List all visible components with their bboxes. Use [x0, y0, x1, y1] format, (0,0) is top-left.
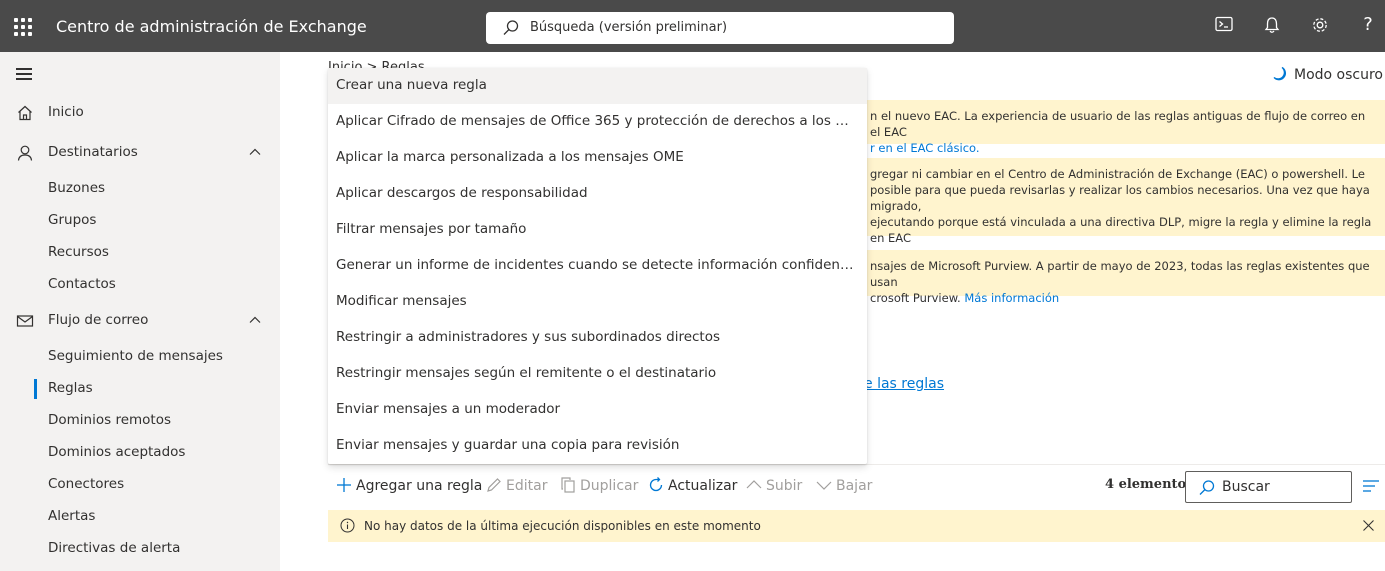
refresh-label: Actualizar — [668, 478, 738, 494]
nav-dominios-remotos[interactable]: Dominios remotos — [0, 405, 280, 437]
nav-seguimiento[interactable]: Seguimiento de mensajes — [0, 341, 280, 373]
nav-recursos-label: Recursos — [48, 244, 109, 260]
active-indicator — [34, 379, 37, 399]
move-up-label: Subir — [766, 478, 803, 494]
moon-icon — [1273, 66, 1286, 81]
home-icon — [18, 105, 32, 121]
search-icon — [503, 20, 519, 35]
close-icon[interactable] — [1362, 519, 1375, 532]
mail-icon — [16, 315, 34, 327]
copy-icon — [561, 477, 575, 493]
add-rule-button[interactable]: Agregar una regla — [336, 477, 482, 494]
top-bar: Centro de administración de Exchange Bús… — [0, 0, 1385, 52]
terminal-icon[interactable] — [1214, 16, 1234, 36]
nav-directivas-alerta-label: Directivas de alerta — [48, 540, 181, 556]
chevron-down-icon — [816, 481, 832, 490]
item-count: 4 elementos — [1105, 477, 1194, 492]
rules-search-placeholder: Buscar — [1222, 479, 1270, 495]
menu-item-create-rule[interactable]: Crear una nueva regla — [328, 68, 867, 104]
banner1-link[interactable]: r en el EAC clásico. — [870, 141, 980, 155]
global-search-input[interactable]: Búsqueda (versión preliminar) — [486, 12, 954, 44]
nav-inicio-label: Inicio — [48, 104, 84, 120]
nav-recursos[interactable]: Recursos — [0, 237, 280, 269]
nav-conectores[interactable]: Conectores — [0, 469, 280, 501]
plus-icon — [337, 478, 351, 492]
dark-mode-label: Modo oscuro — [1294, 67, 1383, 83]
nav-flujo-de-correo[interactable]: Flujo de correo — [0, 305, 280, 337]
app-launcher-icon[interactable] — [14, 18, 32, 36]
left-navigation: Inicio Destinatarios Buzones Grupos Recu… — [0, 52, 280, 571]
help-icon[interactable]: ? — [1358, 14, 1378, 35]
menu-item-moderator[interactable]: Enviar mensajes a un moderador — [328, 392, 867, 428]
banner2-line1: gregar ni cambiar en el Centro de Admini… — [870, 167, 1365, 181]
info-icon — [340, 518, 355, 533]
add-rule-label: Agregar una regla — [356, 478, 483, 494]
bell-icon[interactable] — [1262, 16, 1282, 36]
nav-reglas[interactable]: Reglas — [0, 373, 280, 405]
nav-alertas[interactable]: Alertas — [0, 501, 280, 533]
search-icon — [1199, 480, 1215, 495]
nav-buzones-label: Buzones — [48, 180, 106, 196]
banner3-line2: crosoft Purview. — [870, 291, 961, 305]
info-message-bar: No hay datos de la última ejecución disp… — [328, 510, 1385, 542]
nav-inicio[interactable]: Inicio — [0, 97, 280, 129]
refresh-button[interactable]: Actualizar — [648, 477, 737, 494]
menu-item-bcc-review[interactable]: Enviar mensajes y guardar una copia para… — [328, 428, 867, 464]
rules-search-input[interactable]: Buscar — [1185, 471, 1352, 503]
nav-destinatarios-label: Destinatarios — [48, 144, 138, 160]
edit-label: Editar — [506, 478, 548, 494]
edit-button[interactable]: Editar — [486, 477, 547, 494]
duplicate-label: Duplicar — [580, 478, 639, 494]
nav-grupos[interactable]: Grupos — [0, 205, 280, 237]
info-message: No hay datos de la última ejecución disp… — [364, 519, 761, 533]
add-rule-menu: Crear una nueva regla Aplicar Cifrado de… — [328, 68, 867, 464]
person-icon — [17, 145, 33, 161]
filter-icon[interactable] — [1362, 479, 1380, 493]
nav-reglas-label: Reglas — [48, 380, 93, 396]
banner3-link[interactable]: Más información — [964, 291, 1059, 305]
move-down-label: Bajar — [836, 478, 873, 494]
chevron-up-icon[interactable] — [248, 145, 262, 159]
menu-item-filter-size[interactable]: Filtrar mensajes por tamaño — [328, 212, 867, 248]
nav-alertas-label: Alertas — [48, 508, 96, 524]
nav-directivas-alerta[interactable]: Directivas de alerta — [0, 533, 280, 565]
command-bar: Agregar una regla Editar Duplicar Actual… — [328, 464, 1385, 508]
menu-item-restrict-managers[interactable]: Restringir a administradores y sus subor… — [328, 320, 867, 356]
nav-conectores-label: Conectores — [48, 476, 125, 492]
nav-dominios-remotos-label: Dominios remotos — [48, 412, 172, 428]
nav-flujo-label: Flujo de correo — [48, 312, 149, 328]
refresh-icon — [649, 477, 663, 492]
banner2-line2: posible para que pueda revisarlas y real… — [870, 183, 1370, 213]
nav-contactos[interactable]: Contactos — [0, 269, 280, 301]
menu-item-incident-report[interactable]: Generar un informe de incidentes cuando … — [328, 248, 867, 284]
app-title: Centro de administración de Exchange — [56, 17, 367, 36]
move-down-button[interactable]: Bajar — [816, 477, 872, 494]
pencil-icon — [487, 478, 501, 492]
menu-item-ome-branding[interactable]: Aplicar la marca personalizada a los men… — [328, 140, 867, 176]
banner2-line3: ejecutando porque está vinculada a una d… — [870, 215, 1372, 245]
move-up-button[interactable]: Subir — [746, 477, 802, 494]
nav-grupos-label: Grupos — [48, 212, 97, 228]
gear-icon[interactable] — [1310, 16, 1330, 36]
nav-destinatarios[interactable]: Destinatarios — [0, 137, 280, 169]
nav-seguimiento-label: Seguimiento de mensajes — [48, 348, 223, 364]
chevron-up-icon[interactable] — [248, 313, 262, 327]
hamburger-icon[interactable] — [16, 68, 32, 80]
duplicate-button[interactable]: Duplicar — [560, 477, 638, 494]
menu-item-apply-encryption[interactable]: Aplicar Cifrado de mensajes de Office 36… — [328, 104, 867, 140]
menu-item-disclaimers[interactable]: Aplicar descargos de responsabilidad — [328, 176, 867, 212]
nav-dominios-aceptados[interactable]: Dominios aceptados — [0, 437, 280, 469]
menu-item-restrict-sender[interactable]: Restringir mensajes según el remitente o… — [328, 356, 867, 392]
chevron-up-icon — [746, 480, 762, 489]
menu-item-modify-messages[interactable]: Modificar mensajes — [328, 284, 867, 320]
dark-mode-toggle[interactable]: Modo oscuro — [1272, 66, 1383, 83]
nav-buzones[interactable]: Buzones — [0, 173, 280, 205]
banner1-text: n el nuevo EAC. La experiencia de usuari… — [870, 109, 1366, 139]
nav-contactos-label: Contactos — [48, 276, 116, 292]
nav-dominios-aceptados-label: Dominios aceptados — [48, 444, 186, 460]
banner3-line1: nsajes de Microsoft Purview. A partir de… — [870, 259, 1370, 289]
global-search-placeholder: Búsqueda (versión preliminar) — [530, 20, 728, 35]
